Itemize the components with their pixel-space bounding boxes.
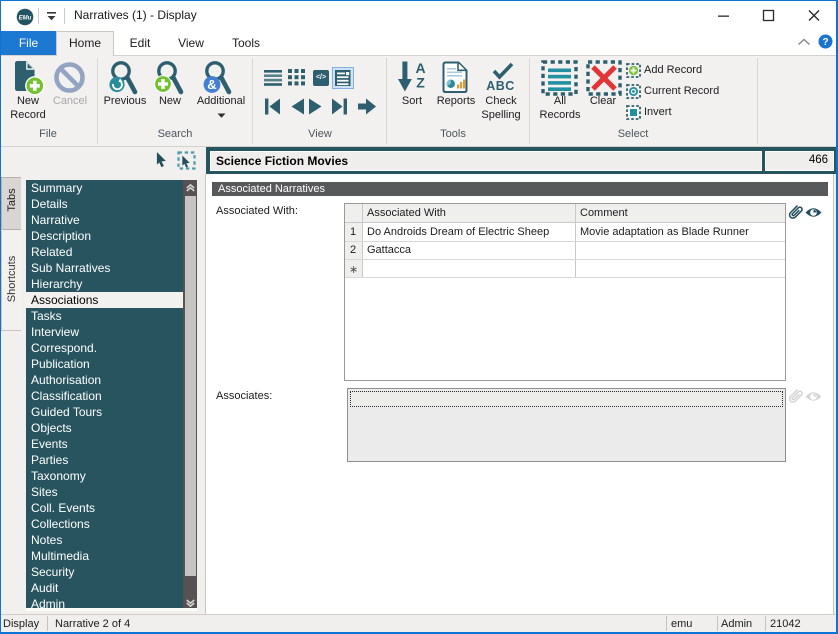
svg-text:&: & — [207, 77, 216, 92]
svg-text:?: ? — [822, 37, 828, 48]
svg-text:EMu: EMu — [19, 15, 32, 21]
svg-text:Z: Z — [416, 75, 425, 91]
svg-text:ABC: ABC — [486, 79, 515, 93]
